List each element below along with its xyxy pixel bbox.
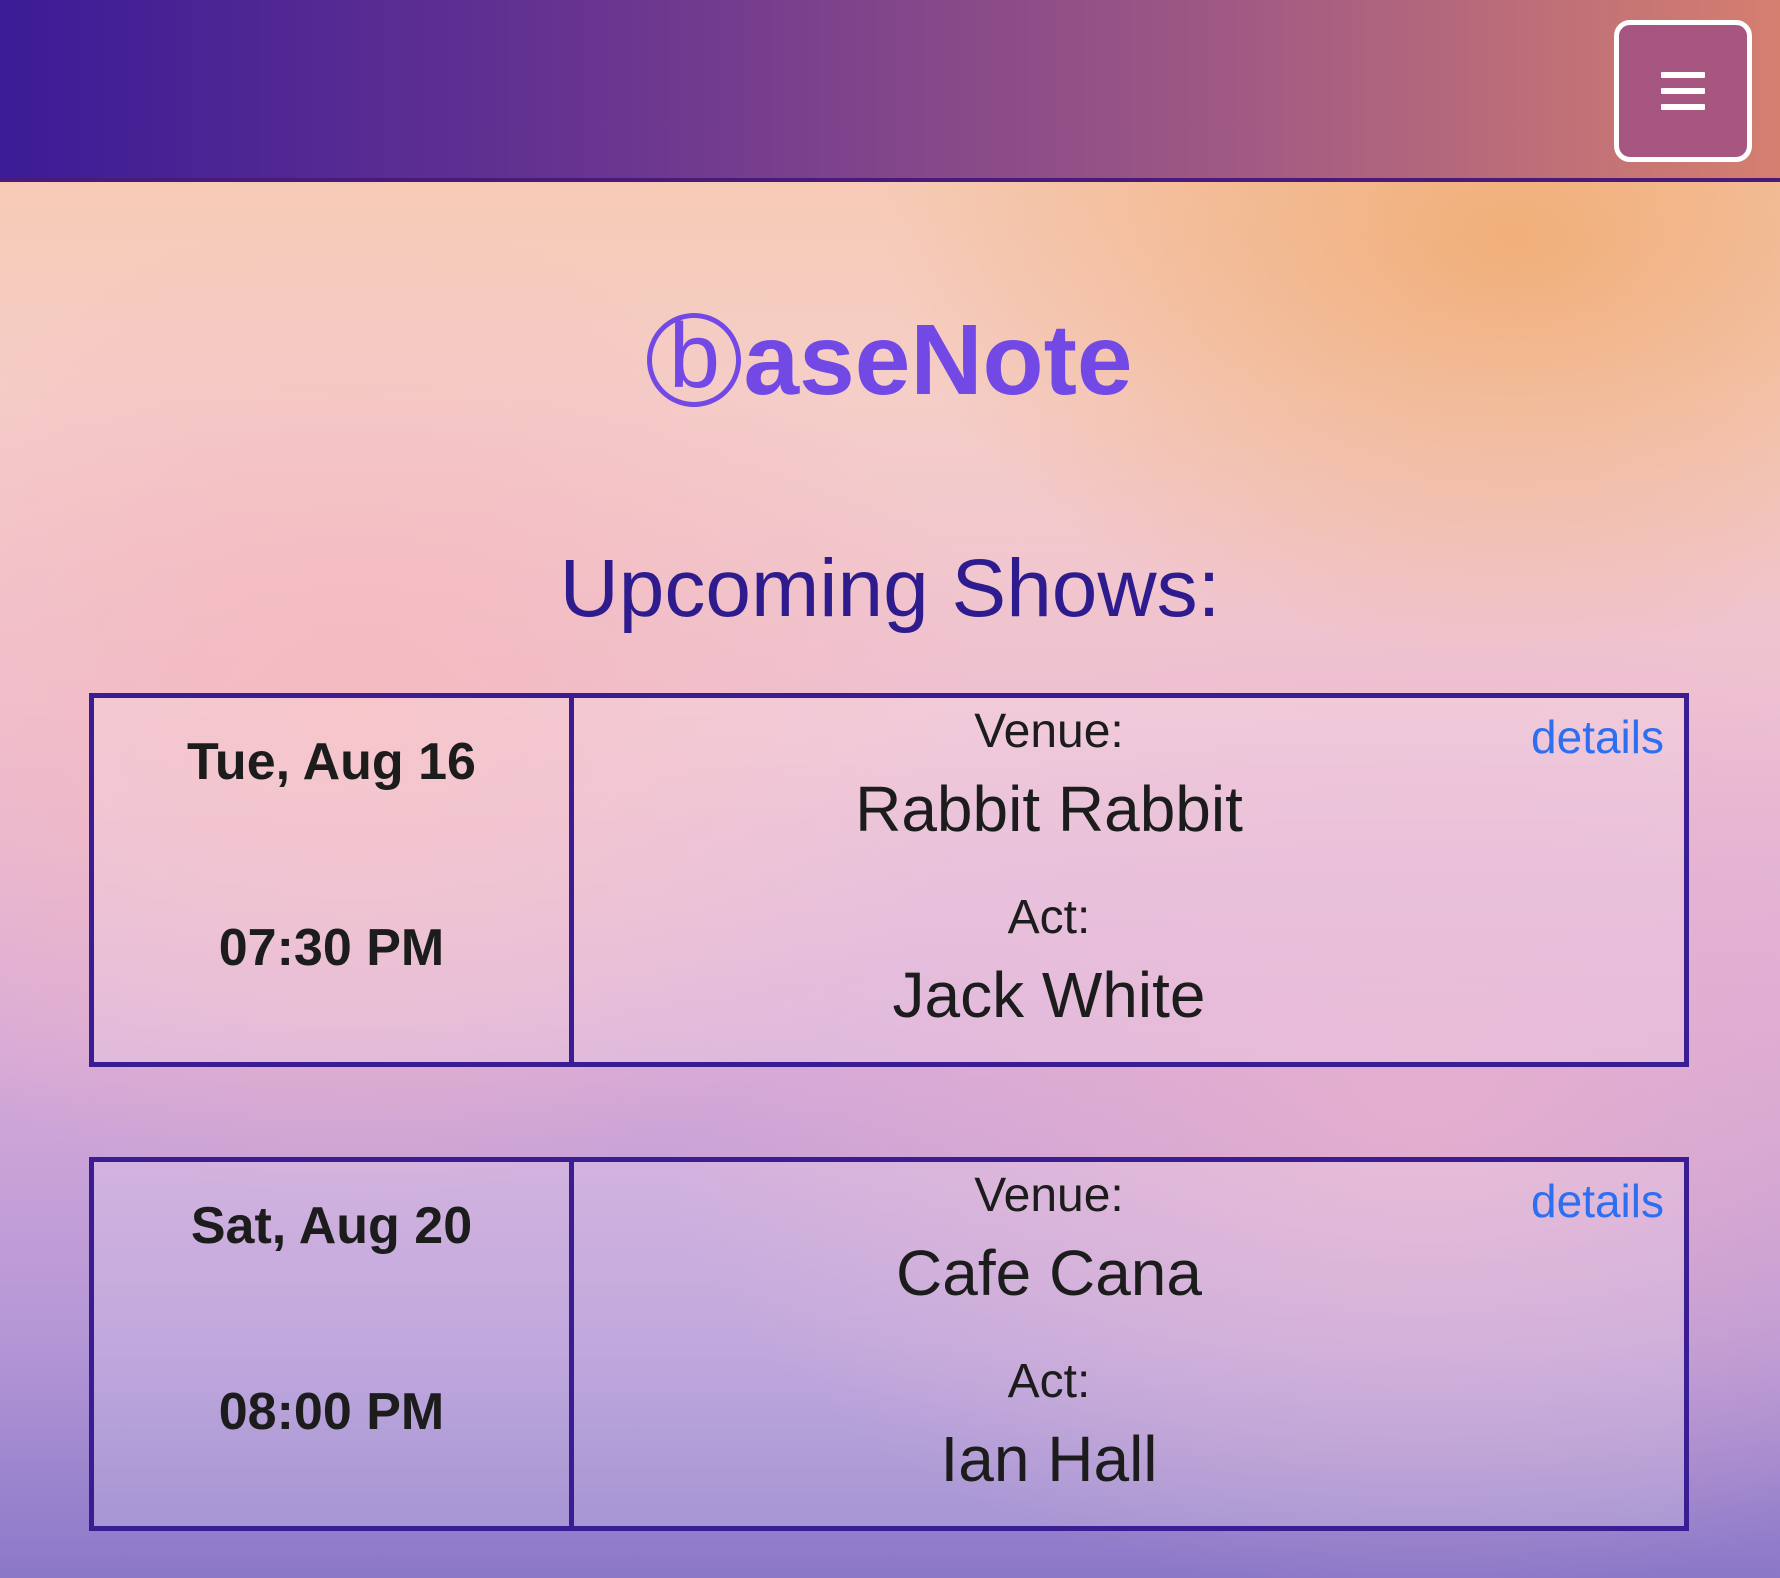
show-date: Sat, Aug 20: [190, 1197, 473, 1255]
show-card: Tue, Aug 16 07:30 PM Venue: Rabbit Rabbi…: [89, 693, 1689, 1067]
act-label: Act:: [1007, 1355, 1091, 1408]
show-datetime: Sat, Aug 20 08:00 PM: [94, 1162, 574, 1526]
show-time: 08:00 PM: [218, 1383, 445, 1441]
show-datetime: Tue, Aug 16 07:30 PM: [94, 698, 574, 1062]
logo-text: aseNote: [743, 304, 1133, 416]
venue-name: Cafe Cana: [896, 1237, 1202, 1309]
details-link[interactable]: details: [1531, 710, 1664, 764]
show-info: Venue: Cafe Cana Act: Ian Hall details: [574, 1162, 1684, 1526]
show-date: Tue, Aug 16: [187, 733, 476, 791]
act-name: Jack White: [892, 959, 1206, 1031]
hamburger-icon: [1661, 72, 1705, 110]
show-card: Sat, Aug 20 08:00 PM Venue: Cafe Cana Ac…: [89, 1157, 1689, 1531]
logo-circle-icon: b: [647, 310, 742, 407]
brand-logo[interactable]: b aseNote: [0, 305, 1780, 415]
show-info: Venue: Rabbit Rabbit Act: Jack White det…: [574, 698, 1684, 1062]
show-time: 07:30 PM: [218, 919, 445, 977]
menu-toggle-button[interactable]: [1614, 20, 1752, 162]
top-navbar: [0, 0, 1780, 182]
venue-label: Venue:: [974, 1169, 1124, 1222]
venue-name: Rabbit Rabbit: [855, 773, 1243, 845]
venue-label: Venue:: [974, 705, 1124, 758]
details-link[interactable]: details: [1531, 1174, 1664, 1228]
page-title: Upcoming Shows:: [559, 543, 1221, 634]
act-name: Ian Hall: [940, 1423, 1158, 1495]
act-label: Act:: [1007, 891, 1091, 944]
